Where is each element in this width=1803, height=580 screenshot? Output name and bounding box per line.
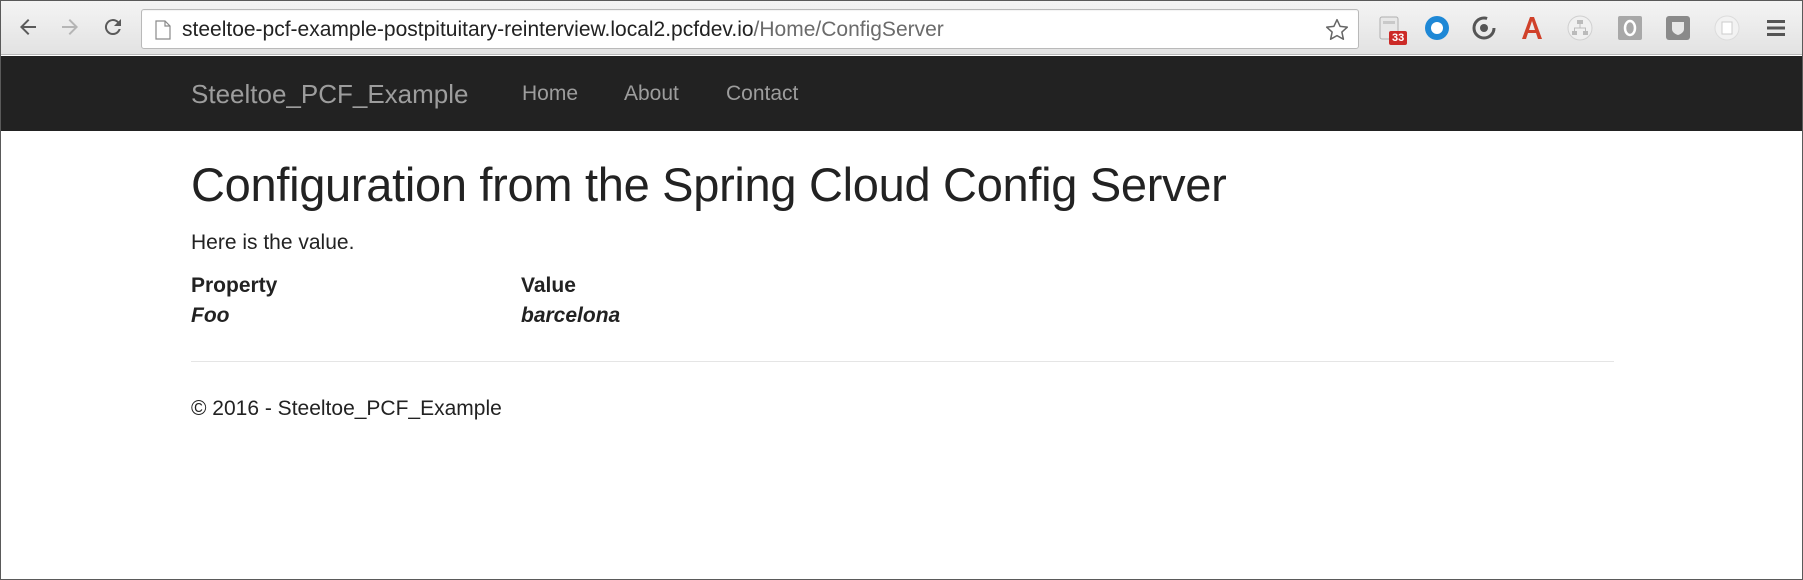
page-extension-icon bbox=[1714, 15, 1740, 41]
url-text: steeltoe-pcf-example-postpituitary-reint… bbox=[182, 19, 944, 41]
sync-extension-icon bbox=[1472, 16, 1496, 40]
page-icon bbox=[155, 20, 171, 40]
sync-extension-button[interactable] bbox=[1469, 13, 1499, 43]
menu-button[interactable] bbox=[1761, 13, 1791, 43]
shield-extension-button[interactable] bbox=[1663, 13, 1693, 43]
reload-button[interactable] bbox=[98, 12, 128, 42]
nav-link-about[interactable]: About bbox=[624, 82, 679, 106]
letter-o-extension-icon bbox=[1618, 16, 1642, 40]
sitemap-extension-button[interactable] bbox=[1565, 13, 1595, 43]
browser-toolbar: steeltoe-pcf-example-postpituitary-reint… bbox=[1, 1, 1802, 55]
hamburger-menu-icon bbox=[1767, 20, 1785, 36]
forward-button[interactable] bbox=[55, 12, 85, 42]
arrow-right-icon bbox=[62, 19, 78, 35]
table-cell-value: barcelona bbox=[521, 304, 621, 327]
letter-o-extension-button[interactable] bbox=[1615, 13, 1645, 43]
bookmark-star-icon[interactable] bbox=[1324, 17, 1350, 43]
footer-divider bbox=[191, 361, 1614, 362]
calendar-extension-button[interactable]: 33 bbox=[1375, 13, 1408, 45]
table-header-value: Value bbox=[521, 274, 576, 297]
sitemap-extension-icon bbox=[1567, 15, 1593, 41]
font-extension-button[interactable] bbox=[1517, 13, 1547, 43]
site-navbar: Steeltoe_PCF_Example Home About Contact bbox=[1, 56, 1802, 131]
brand-link[interactable]: Steeltoe_PCF_Example bbox=[191, 79, 468, 110]
page-extension-button[interactable] bbox=[1712, 13, 1742, 43]
url-path: /Home/ConfigServer bbox=[753, 18, 944, 41]
nav-link-home[interactable]: Home bbox=[522, 82, 578, 106]
footer-text: © 2016 - Steeltoe_PCF_Example bbox=[191, 397, 502, 420]
nav-link-contact[interactable]: Contact bbox=[726, 82, 798, 106]
page-title: Configuration from the Spring Cloud Conf… bbox=[191, 158, 1227, 211]
shield-extension-icon bbox=[1666, 16, 1690, 40]
arrow-left-icon bbox=[20, 19, 36, 35]
lead-text: Here is the value. bbox=[191, 231, 355, 254]
calendar-badge: 33 bbox=[1389, 31, 1408, 45]
table-header-property: Property bbox=[191, 274, 278, 297]
url-host: steeltoe-pcf-example-postpituitary-reint… bbox=[182, 18, 754, 41]
table-cell-property: Foo bbox=[191, 304, 230, 327]
address-bar[interactable]: steeltoe-pcf-example-postpituitary-reint… bbox=[141, 9, 1359, 49]
back-button[interactable] bbox=[13, 12, 43, 42]
font-extension-icon bbox=[1522, 17, 1542, 39]
circle-extension-icon bbox=[1425, 16, 1449, 40]
circle-extension-button[interactable] bbox=[1422, 13, 1452, 43]
reload-icon bbox=[104, 19, 121, 36]
